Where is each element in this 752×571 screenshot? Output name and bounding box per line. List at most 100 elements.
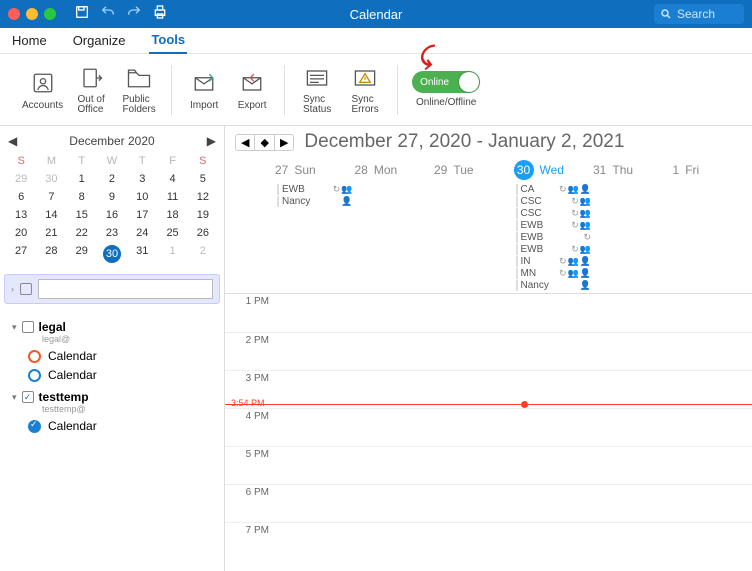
mini-day[interactable]: 8	[67, 188, 97, 206]
mini-day[interactable]: 28	[36, 242, 66, 266]
person-icon: 👤	[580, 256, 591, 267]
allday-event[interactable]: EWB↻	[514, 232, 594, 243]
close-window[interactable]	[8, 8, 20, 20]
hour-row[interactable]: 6 PM	[225, 484, 752, 522]
mini-day[interactable]: 19	[188, 206, 218, 224]
prev-month-icon[interactable]: ◀	[8, 134, 17, 148]
mini-day[interactable]: 29	[67, 242, 97, 266]
mini-day[interactable]: 23	[97, 224, 127, 242]
zoom-window[interactable]	[44, 8, 56, 20]
strip-checkbox[interactable]	[20, 283, 32, 295]
today-icon[interactable]: ◆	[255, 135, 274, 150]
mini-day[interactable]: 11	[157, 188, 187, 206]
calendar-label: Calendar	[48, 419, 97, 433]
prev-week-icon[interactable]: ◀	[236, 135, 255, 150]
mini-day[interactable]: 25	[157, 224, 187, 242]
allday-event[interactable]: CA↻👥👤	[514, 184, 594, 195]
mini-day[interactable]: 3	[127, 170, 157, 188]
mini-day[interactable]: 15	[67, 206, 97, 224]
account-checkbox[interactable]: ✓	[22, 391, 34, 403]
mini-day[interactable]: 27	[6, 242, 36, 266]
day-header[interactable]: 30Wed	[514, 160, 594, 180]
date-nav[interactable]: ◀ ◆ ▶	[235, 134, 294, 151]
tab-home[interactable]: Home	[10, 28, 49, 54]
mini-day[interactable]: 1	[157, 242, 187, 266]
allday-event[interactable]: IN↻👥👤	[514, 256, 594, 267]
mini-day[interactable]: 9	[97, 188, 127, 206]
hour-row[interactable]: 3 PM	[225, 370, 752, 408]
next-week-icon[interactable]: ▶	[275, 135, 293, 150]
import-button[interactable]: Import	[184, 69, 224, 111]
day-header[interactable]: 29Tue	[434, 163, 514, 177]
print-icon[interactable]	[152, 4, 168, 25]
account-row[interactable]: ▾legal	[12, 320, 216, 334]
tab-organize[interactable]: Organize	[71, 28, 128, 54]
mini-day[interactable]: 14	[36, 206, 66, 224]
export-button[interactable]: Export	[232, 69, 272, 111]
day-header[interactable]: 1Fri	[673, 163, 752, 177]
allday-event[interactable]: EWB↻👥	[514, 220, 594, 231]
allday-event[interactable]: Nancy👤	[275, 196, 355, 207]
accounts-button[interactable]: Accounts	[22, 69, 63, 111]
mini-day[interactable]: 2	[97, 170, 127, 188]
tab-tools[interactable]: Tools	[149, 28, 187, 54]
chevron-down-icon[interactable]: ▾	[12, 392, 17, 403]
online-toggle[interactable]: Online	[412, 71, 480, 93]
day-header[interactable]: 28Mon	[355, 163, 435, 177]
mini-day[interactable]: 26	[188, 224, 218, 242]
allday-event[interactable]: EWB↻👥	[275, 184, 355, 195]
expand-icon[interactable]: ›	[11, 284, 14, 294]
chevron-down-icon[interactable]: ▾	[12, 322, 17, 333]
mini-day[interactable]: 7	[36, 188, 66, 206]
time-grid[interactable]: 1 PM2 PM3 PM4 PM5 PM6 PM7 PM3:54 PM	[225, 294, 752, 560]
allday-event[interactable]: CSC↻👥	[514, 208, 594, 219]
people-icon: 👥	[580, 196, 591, 207]
mini-day[interactable]: 22	[67, 224, 97, 242]
out-of-office-button[interactable]: Out of Office	[71, 64, 111, 115]
sync-errors-button[interactable]: Sync Errors	[345, 64, 385, 115]
next-month-icon[interactable]: ▶	[207, 134, 216, 148]
mini-day[interactable]: 29	[6, 170, 36, 188]
mini-day[interactable]: 21	[36, 224, 66, 242]
hour-row[interactable]: 1 PM	[225, 294, 752, 332]
mini-day[interactable]: 2	[188, 242, 218, 266]
allday-event[interactable]: CSC↻👥	[514, 196, 594, 207]
mini-day[interactable]: 20	[6, 224, 36, 242]
mini-day[interactable]: 4	[157, 170, 187, 188]
sync-status-button[interactable]: Sync Status	[297, 64, 337, 115]
mini-day[interactable]: 6	[6, 188, 36, 206]
account-row[interactable]: ▾✓testtemp	[12, 390, 216, 404]
account-checkbox[interactable]	[22, 321, 34, 333]
hour-row[interactable]: 2 PM	[225, 332, 752, 370]
mini-day[interactable]: 1	[67, 170, 97, 188]
mini-day[interactable]: 24	[127, 224, 157, 242]
account-input[interactable]	[38, 279, 213, 299]
day-header[interactable]: 31Thu	[593, 163, 673, 177]
mini-day[interactable]: 18	[157, 206, 187, 224]
calendar-item[interactable]: Calendar	[28, 349, 216, 363]
mini-day[interactable]: 10	[127, 188, 157, 206]
save-icon[interactable]	[74, 4, 90, 25]
day-header[interactable]: 27Sun	[275, 163, 355, 177]
redo-icon[interactable]	[126, 4, 142, 25]
allday-event[interactable]: EWB↻👥	[514, 244, 594, 255]
mini-day[interactable]: 12	[188, 188, 218, 206]
hour-row[interactable]: 4 PM	[225, 408, 752, 446]
mini-day[interactable]: 16	[97, 206, 127, 224]
mini-day[interactable]: 5	[188, 170, 218, 188]
search-box[interactable]: Search	[654, 4, 744, 24]
mini-day[interactable]: 31	[127, 242, 157, 266]
calendar-item[interactable]: Calendar	[28, 368, 216, 382]
mini-day[interactable]: 30	[97, 242, 127, 266]
mini-day[interactable]: 30	[36, 170, 66, 188]
allday-event[interactable]: MN↻👥👤	[514, 268, 594, 279]
undo-icon[interactable]	[100, 4, 116, 25]
public-folders-button[interactable]: Public Folders	[119, 64, 159, 115]
minimize-window[interactable]	[26, 8, 38, 20]
calendar-item[interactable]: Calendar	[28, 419, 216, 433]
mini-day[interactable]: 13	[6, 206, 36, 224]
mini-day[interactable]: 17	[127, 206, 157, 224]
hour-row[interactable]: 5 PM	[225, 446, 752, 484]
allday-event[interactable]: Nancy👤	[514, 280, 594, 291]
hour-row[interactable]: 7 PM	[225, 522, 752, 560]
